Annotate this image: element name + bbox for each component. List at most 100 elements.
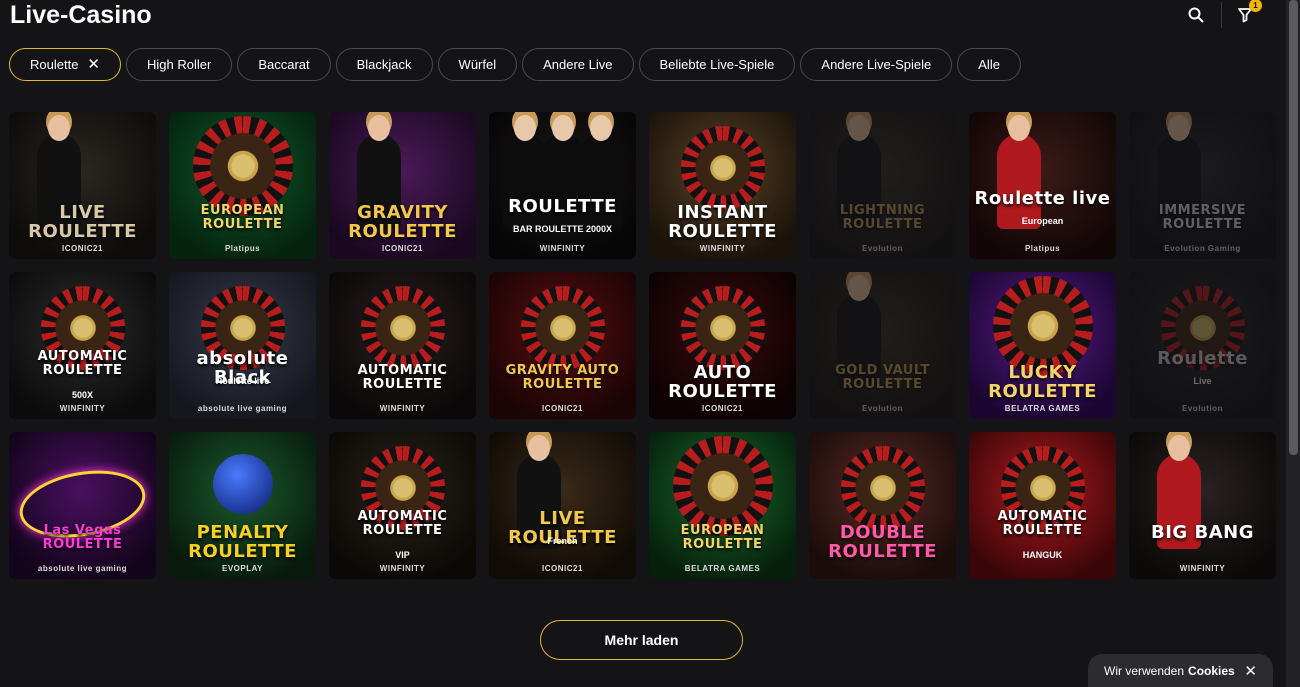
game-tile[interactable]: absolute Black Roulette live absolute live… xyxy=(169,272,316,419)
cookie-banner: Wir verwenden Cookies ✕ xyxy=(1088,654,1273,687)
scrollbar-thumb[interactable] xyxy=(1289,0,1298,455)
game-title: EUROPEAN ROULETTE xyxy=(680,523,765,552)
game-title: LIVE ROULETTE xyxy=(28,202,137,242)
game-subtitle: 500X xyxy=(71,390,94,400)
filter-chip-beliebte-live-spiele[interactable]: Beliebte Live-Spiele xyxy=(638,48,796,81)
dealer-head xyxy=(514,115,536,141)
load-more-button[interactable]: Mehr laden xyxy=(540,620,743,660)
games-grid: LIVE ROULETTE ICONIC21 EUROPEAN ROULETTE Pl… xyxy=(9,112,1276,579)
category-filters: Roulette ✕ High Roller Baccarat Blackjack Wür… xyxy=(9,48,1021,81)
filter-chip-blackjack[interactable]: Blackjack xyxy=(335,48,433,81)
game-title: INSTANT ROULETTE xyxy=(668,202,777,242)
provider-logo: WINFINITY xyxy=(379,404,426,413)
game-subtitle: HANGUK xyxy=(1022,550,1063,560)
filter-chip-label: High Roller xyxy=(147,57,212,72)
roulette-wheel-image xyxy=(520,286,605,370)
game-tile[interactable]: AUTOMATIC ROULETTE HANGUK xyxy=(969,432,1116,579)
unavailable-overlay xyxy=(1129,112,1276,259)
roulette-wheel-image xyxy=(680,286,765,370)
game-tile[interactable]: ROULETTE BAR ROULETTE 2000X WINFINITY xyxy=(489,112,636,259)
game-tile[interactable]: AUTOMATIC ROULETTE 500X WINFINITY xyxy=(9,272,156,419)
cookie-link[interactable]: Cookies xyxy=(1188,664,1235,678)
game-title: AUTOMATIC ROULETTE xyxy=(997,509,1088,538)
roulette-wheel-image xyxy=(360,286,445,370)
game-title: AUTOMATIC ROULETTE xyxy=(357,509,448,538)
game-tile[interactable]: PENALTY ROULETTE EVOPLAY xyxy=(169,432,316,579)
remove-filter-icon[interactable]: ✕ xyxy=(87,57,100,72)
provider-logo: WINFINITY xyxy=(1179,564,1226,573)
dealer-head xyxy=(590,115,612,141)
header-actions: 1 xyxy=(1183,0,1262,28)
unavailable-overlay xyxy=(809,272,956,419)
filter-chip-roulette[interactable]: Roulette ✕ xyxy=(9,48,121,81)
roulette-wheel-image xyxy=(192,116,293,216)
game-tile[interactable]: DOUBLE ROULETTE xyxy=(809,432,956,579)
unavailable-overlay xyxy=(809,112,956,259)
roulette-wheel-image xyxy=(672,436,773,536)
game-tile[interactable]: AUTO ROULETTE ICONIC21 xyxy=(649,272,796,419)
game-tile[interactable]: AUTOMATIC ROULETTE WINFINITY xyxy=(329,272,476,419)
game-tile[interactable]: IMMERSIVE ROULETTEEvolution Gaming xyxy=(1129,112,1276,259)
game-subtitle: BAR ROULETTE 2000X xyxy=(512,224,613,234)
game-tile[interactable]: BIG BANG WINFINITY xyxy=(1129,432,1276,579)
filter-chip-label: Roulette xyxy=(30,57,79,72)
header-divider xyxy=(1221,2,1222,28)
game-tile[interactable]: GRAVITY AUTO ROULETTE ICONIC21 xyxy=(489,272,636,419)
game-tile[interactable]: GOLD VAULT ROULETTEEvolution xyxy=(809,272,956,419)
game-tile[interactable]: GRAVITY ROULETTE ICONIC21 xyxy=(329,112,476,259)
game-thumbnail xyxy=(1129,432,1276,579)
filter-chip-würfel[interactable]: Würfel xyxy=(437,48,518,81)
provider-logo: BELATRA GAMES xyxy=(684,564,761,573)
cookie-text: Wir verwenden xyxy=(1104,663,1185,678)
provider-logo: WINFINITY xyxy=(699,244,746,253)
page-title: Live-Casino xyxy=(10,1,152,29)
game-tile[interactable]: LIGHTNING ROULETTEEvolution xyxy=(809,112,956,259)
game-title: AUTOMATIC ROULETTE xyxy=(37,349,128,378)
filter-chip-andere-live[interactable]: Andere Live xyxy=(522,48,634,81)
dealer-head xyxy=(1168,435,1190,461)
game-title: Las Vegas ROULETTE xyxy=(42,523,123,552)
provider-logo: WINFINITY xyxy=(59,404,106,413)
game-title: BIG BANG xyxy=(1151,522,1254,543)
filter-chip-label: Würfel xyxy=(458,57,497,72)
filter-chip-baccarat[interactable]: Baccarat xyxy=(237,48,331,81)
game-subtitle: French xyxy=(547,536,578,546)
search-icon[interactable] xyxy=(1183,2,1209,28)
filter-chip-andere-live-spiele[interactable]: Andere Live-Spiele xyxy=(800,48,953,81)
game-tile[interactable]: LUCKY ROULETTE BELATRA GAMES xyxy=(969,272,1116,419)
game-title: GRAVITY ROULETTE xyxy=(348,202,457,242)
game-tile[interactable]: Las Vegas ROULETTE absolute live gaming xyxy=(9,432,156,579)
game-title: GRAVITY AUTO ROULETTE xyxy=(505,363,620,392)
provider-logo: Platipus xyxy=(1024,244,1061,253)
dealer-head xyxy=(528,435,550,461)
game-tile[interactable]: EUROPEAN ROULETTE Platipus xyxy=(169,112,316,259)
game-tile[interactable]: EUROPEAN ROULETTE BELATRA GAMES xyxy=(649,432,796,579)
provider-logo: ICONIC21 xyxy=(382,244,423,253)
dealer-head xyxy=(552,115,574,141)
game-title: EUROPEAN ROULETTE xyxy=(200,203,285,232)
cart-button[interactable]: 1 xyxy=(1232,0,1262,28)
filter-chip-alle[interactable]: Alle xyxy=(957,48,1021,81)
game-tile[interactable]: LIVE ROULETTE French ICONIC21 xyxy=(489,432,636,579)
dealer-head xyxy=(48,115,70,141)
game-tile[interactable]: RouletteLiveEvolution xyxy=(1129,272,1276,419)
game-title: AUTOMATIC ROULETTE xyxy=(357,363,448,392)
provider-logo: WINFINITY xyxy=(539,244,586,253)
game-tile[interactable]: LIVE ROULETTE ICONIC21 xyxy=(9,112,156,259)
provider-logo: ICONIC21 xyxy=(702,404,743,413)
game-thumbnail xyxy=(969,112,1116,259)
scrollbar[interactable] xyxy=(1286,0,1300,687)
filter-chip-high-roller[interactable]: High Roller xyxy=(126,48,233,81)
filter-chip-label: Baccarat xyxy=(258,57,310,72)
filter-chip-label: Beliebte Live-Spiele xyxy=(659,57,775,72)
game-tile[interactable]: Roulette live European Platipus xyxy=(969,112,1116,259)
provider-logo: ICONIC21 xyxy=(542,404,583,413)
game-title: DOUBLE ROULETTE xyxy=(828,522,937,562)
game-title: AUTO ROULETTE xyxy=(668,362,777,402)
game-tile[interactable]: AUTOMATIC ROULETTE VIP WINFINITY xyxy=(329,432,476,579)
cookie-close-icon[interactable]: ✕ xyxy=(1244,662,1257,680)
provider-logo: absolute live gaming xyxy=(37,564,128,573)
game-tile[interactable]: INSTANT ROULETTE WINFINITY xyxy=(649,112,796,259)
game-title: Roulette live xyxy=(974,188,1111,209)
game-title: PENALTY ROULETTE xyxy=(188,522,297,562)
